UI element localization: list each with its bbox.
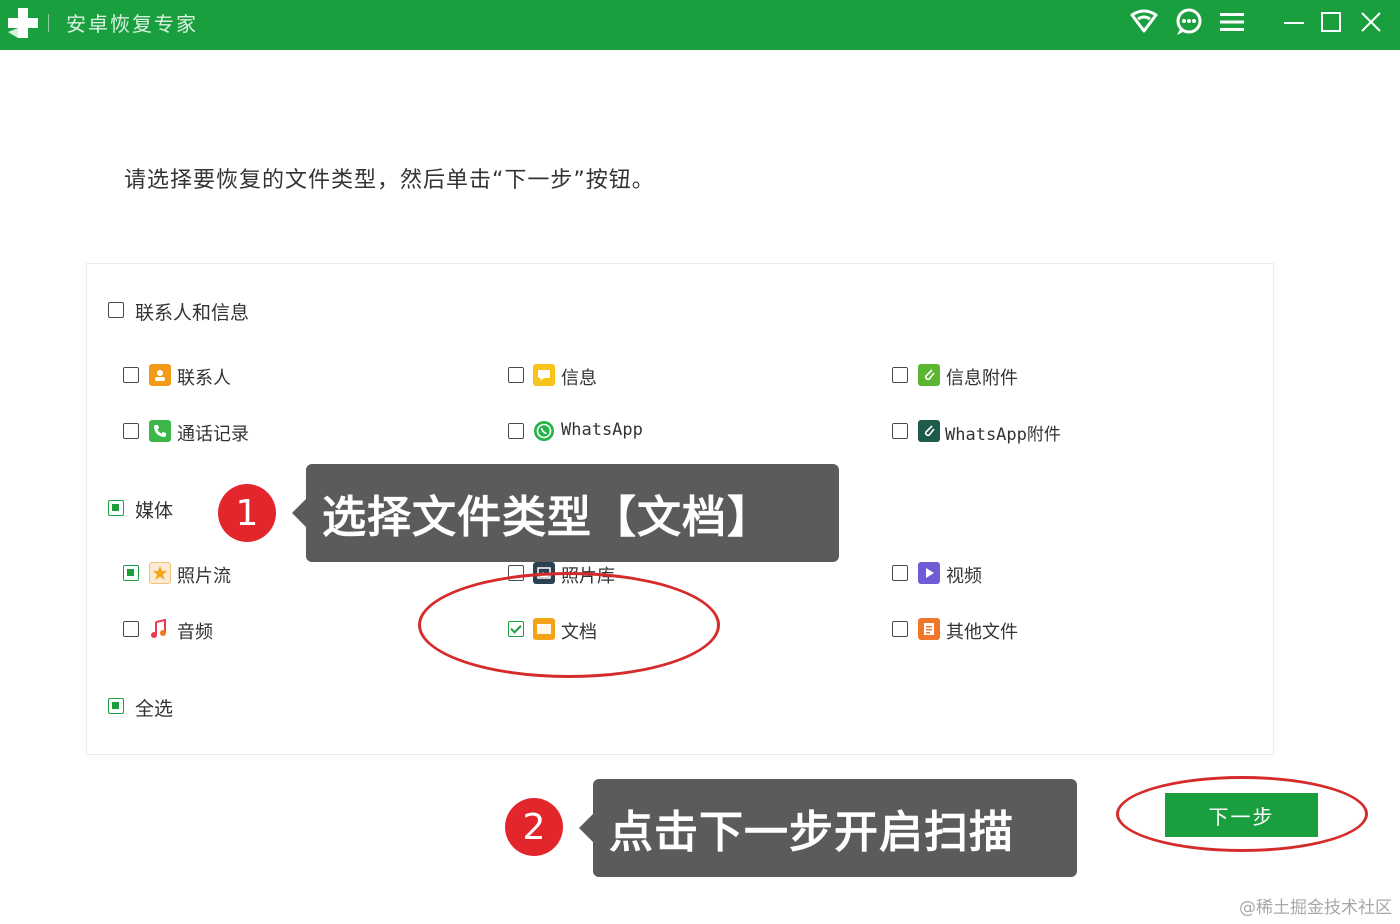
chat-icon[interactable] xyxy=(1173,6,1205,38)
contacts-messages-group-checkbox[interactable] xyxy=(108,302,124,318)
message-attachments-checkbox[interactable] xyxy=(892,367,908,383)
whatsapp-attachments-label: WhatsApp附件 xyxy=(945,425,1061,445)
message-icon xyxy=(533,364,555,386)
video-label: 视频 xyxy=(946,566,982,587)
select-all-checkbox[interactable] xyxy=(108,698,124,714)
instruction-text: 请选择要恢复的文件类型，然后单击“下一步”按钮。 xyxy=(124,168,655,193)
whatsapp-attachments-checkbox[interactable] xyxy=(892,423,908,439)
audio-checkbox[interactable] xyxy=(123,621,139,637)
media-group-checkbox[interactable] xyxy=(108,500,124,516)
audio-label: 音频 xyxy=(177,622,213,643)
video-checkbox[interactable] xyxy=(892,565,908,581)
audio-icon xyxy=(149,618,171,640)
file-icon xyxy=(918,618,940,640)
media-group-label: 媒体 xyxy=(135,500,174,522)
step2-badge: 2 xyxy=(505,798,563,856)
video-icon xyxy=(918,562,940,584)
step1-badge: 1 xyxy=(218,484,276,542)
app-logo-icon xyxy=(8,8,38,38)
app-title: 安卓恢复专家 xyxy=(66,12,198,36)
maximize-icon[interactable] xyxy=(1315,6,1347,38)
messages-label: 信息 xyxy=(561,368,597,389)
contacts-icon xyxy=(149,364,171,386)
phone-icon xyxy=(149,420,171,442)
attachment-icon xyxy=(918,364,940,386)
menu-icon[interactable] xyxy=(1216,6,1248,38)
contacts-checkbox[interactable] xyxy=(123,367,139,383)
title-bar: 安卓恢复专家 xyxy=(0,0,1400,50)
whatsapp-label: WhatsApp xyxy=(561,420,643,440)
other-files-label: 其他文件 xyxy=(946,622,1018,643)
message-attachments-label: 信息附件 xyxy=(946,368,1018,389)
next-button-highlight-ellipse xyxy=(1116,776,1368,852)
step1-callout: 选择文件类型【文档】 xyxy=(292,464,839,562)
minimize-icon[interactable] xyxy=(1278,6,1310,38)
call-log-label: 通话记录 xyxy=(177,424,249,445)
call-log-checkbox[interactable] xyxy=(123,423,139,439)
other-files-checkbox[interactable] xyxy=(892,621,908,637)
photostream-label: 照片流 xyxy=(177,566,231,587)
contacts-messages-group-label: 联系人和信息 xyxy=(135,302,250,324)
whatsapp-checkbox[interactable] xyxy=(508,423,524,439)
photostream-checkbox[interactable] xyxy=(123,565,139,581)
select-all-label: 全选 xyxy=(135,698,174,720)
title-separator xyxy=(48,14,49,32)
photostream-icon xyxy=(149,562,171,584)
wifi-icon[interactable] xyxy=(1128,6,1160,38)
whatsapp-icon xyxy=(533,420,555,442)
whatsapp-attachment-icon xyxy=(918,420,940,442)
step2-callout: 点击下一步开启扫描 xyxy=(579,779,1077,877)
documents-highlight-ellipse xyxy=(418,572,720,678)
messages-checkbox[interactable] xyxy=(508,367,524,383)
close-icon[interactable] xyxy=(1355,6,1387,38)
contacts-label: 联系人 xyxy=(177,368,231,389)
watermark: @稀土掘金技术社区 xyxy=(1239,898,1392,918)
